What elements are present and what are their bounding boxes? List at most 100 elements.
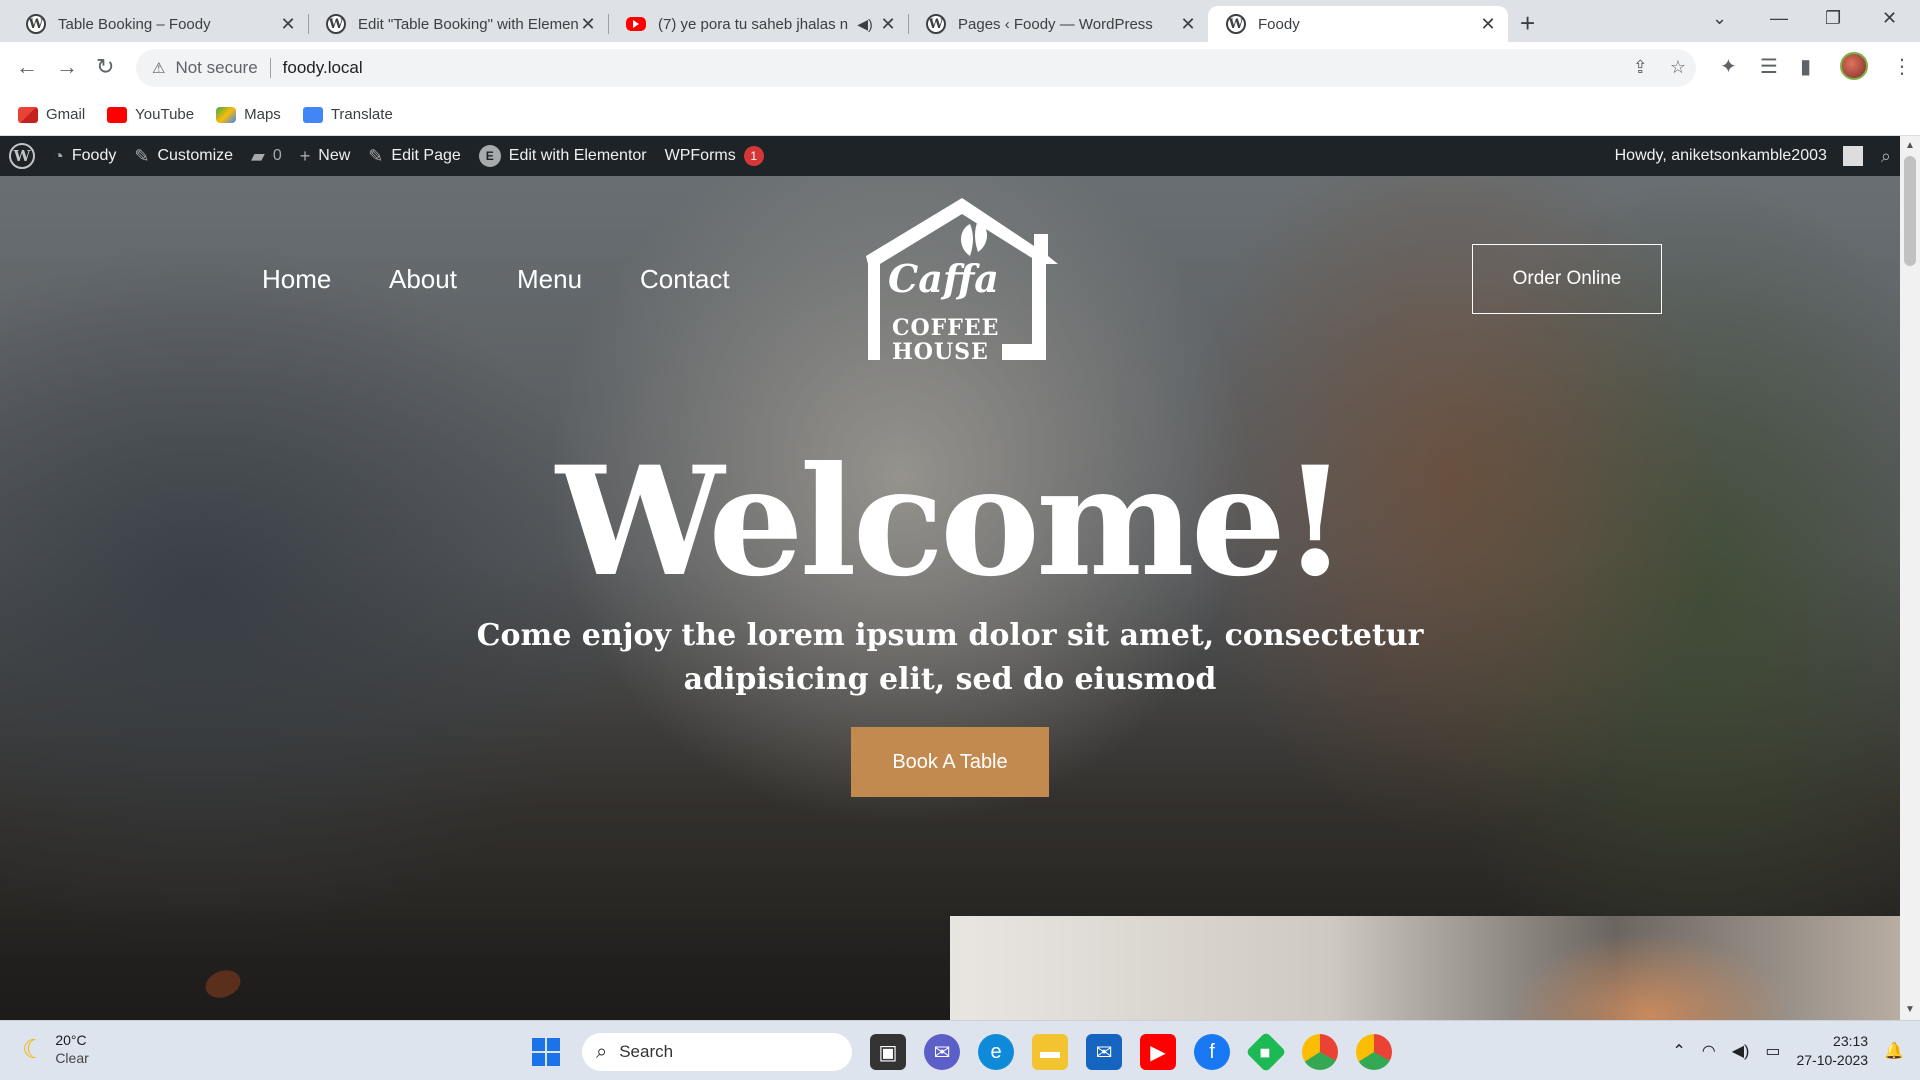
wp-logo-menu[interactable]: W: [0, 136, 44, 176]
forward-button[interactable]: →: [56, 54, 78, 80]
tab-title: Edit "Table Booking" with Elemen: [358, 15, 578, 33]
start-button[interactable]: [528, 1034, 564, 1070]
wordpress-icon: W: [9, 143, 35, 169]
chrome-profile-icon[interactable]: [1356, 1034, 1392, 1070]
taskbar-search[interactable]: ⌕ Search: [582, 1033, 852, 1071]
new-content-menu[interactable]: + New: [291, 136, 360, 176]
reload-button[interactable]: ↻: [96, 54, 114, 80]
close-icon[interactable]: ✕: [1478, 14, 1498, 35]
reading-list-icon[interactable]: ☰: [1760, 54, 1778, 79]
edit-elementor-link[interactable]: E Edit with Elementor: [470, 136, 656, 176]
speaker-icon[interactable]: ◀): [852, 16, 878, 33]
chat-icon[interactable]: ✉: [924, 1034, 960, 1070]
tab-table-booking[interactable]: W Table Booking – Foody ✕: [8, 6, 308, 42]
mail-icon[interactable]: ✉: [1086, 1034, 1122, 1070]
warning-icon: ⚠: [152, 60, 166, 77]
hero-bottom-shade: [0, 910, 950, 1020]
bookmark-label: YouTube: [135, 106, 195, 123]
tab-search-icon[interactable]: ⌄: [1712, 8, 1727, 29]
weather-widget[interactable]: ☾ 20°C Clear: [22, 1031, 89, 1067]
logo-script: Caffa: [888, 256, 999, 301]
share-icon[interactable]: ⇪: [1633, 57, 1648, 78]
scroll-thumb[interactable]: [1904, 156, 1916, 266]
search-icon: ⌕: [596, 1040, 608, 1063]
youtube-icon: [626, 17, 646, 31]
back-button[interactable]: ←: [16, 54, 38, 80]
chrome-icon[interactable]: [1302, 1034, 1338, 1070]
bookmark-maps[interactable]: Maps: [216, 106, 281, 123]
restore-button[interactable]: ❐: [1825, 8, 1841, 29]
page-scrollbar[interactable]: ▲ ▼: [1900, 136, 1920, 1020]
order-online-button[interactable]: Order Online: [1472, 244, 1662, 314]
bookmark-youtube[interactable]: YouTube: [107, 106, 194, 123]
extensions-icon[interactable]: ✦: [1720, 54, 1737, 79]
logo-line-1: COFFEE: [892, 315, 1000, 341]
tab-youtube[interactable]: (7) ye pora tu saheb jhalas n ◀) ✕: [608, 6, 908, 42]
scroll-down-icon[interactable]: ▼: [1905, 1004, 1915, 1015]
edit-page-link[interactable]: ✎ Edit Page: [359, 136, 469, 176]
logo-wordmark: COFFEE HOUSE: [892, 316, 999, 364]
edge-icon[interactable]: e: [978, 1034, 1014, 1070]
notification-badge: 1: [743, 146, 764, 166]
elementor-icon: E: [478, 145, 501, 167]
close-icon[interactable]: ✕: [578, 14, 598, 35]
menu-icon[interactable]: ⋮: [1892, 54, 1912, 79]
howdy-label: Howdy, aniketsonkamble2003: [1614, 147, 1827, 164]
nav-menu[interactable]: Menu: [517, 264, 582, 295]
customize-link[interactable]: ✎ Customize: [125, 136, 242, 176]
close-icon[interactable]: ✕: [878, 14, 898, 35]
app-icon[interactable]: ◆: [1245, 1031, 1287, 1073]
admin-search[interactable]: ⌕: [1872, 136, 1900, 176]
bookmarks-bar: Gmail YouTube Maps Translate: [0, 94, 1920, 136]
wp-admin-bar: W ◔ Foody ✎ Customize ▰ 0 + New ✎ Edit P…: [0, 136, 1900, 176]
book-table-button[interactable]: Book A Table: [851, 727, 1049, 797]
close-icon[interactable]: ✕: [1178, 14, 1198, 35]
youtube-icon[interactable]: ▶: [1140, 1034, 1176, 1070]
tab-edit-elementor[interactable]: W Edit "Table Booking" with Elemen ✕: [308, 6, 608, 42]
comments-count: 0: [272, 147, 282, 164]
security-label: Not secure: [175, 58, 258, 77]
comments-link[interactable]: ▰ 0: [242, 136, 291, 176]
wpforms-menu[interactable]: WPForms 1: [656, 136, 773, 176]
coffee-pour-image: [950, 916, 1900, 1020]
windows-icon: [532, 1038, 560, 1066]
account-menu[interactable]: Howdy, aniketsonkamble2003: [1606, 136, 1872, 176]
youtube-icon: [107, 106, 128, 123]
nav-home[interactable]: Home: [262, 264, 331, 295]
side-panel-icon[interactable]: ▮: [1800, 54, 1811, 79]
nav-contact[interactable]: Contact: [640, 264, 730, 295]
brush-icon: ✎: [134, 145, 150, 166]
hero-section: Home About Menu Contact Caffa COFFEE HOU…: [0, 176, 1900, 1020]
plus-icon: +: [299, 145, 311, 166]
file-explorer-icon[interactable]: ▬: [1032, 1034, 1068, 1070]
tab-strip: W Table Booking – Foody ✕ W Edit "Table …: [0, 0, 1920, 42]
close-icon[interactable]: ✕: [278, 14, 298, 35]
chevron-up-icon[interactable]: ⌃: [1672, 1041, 1685, 1061]
wpforms-label: WPForms: [664, 147, 736, 164]
new-tab-button[interactable]: +: [1520, 8, 1535, 39]
bookmark-label: Gmail: [46, 106, 86, 123]
profile-avatar[interactable]: [1840, 52, 1868, 80]
bookmark-gmail[interactable]: Gmail: [18, 106, 85, 123]
scroll-up-icon[interactable]: ▲: [1905, 140, 1915, 151]
user-avatar: [1842, 146, 1863, 166]
task-view-icon[interactable]: ▣: [870, 1034, 906, 1070]
facebook-icon[interactable]: f: [1194, 1034, 1230, 1070]
volume-icon[interactable]: ◀): [1732, 1041, 1750, 1061]
site-name-menu[interactable]: ◔ Foody: [44, 136, 125, 176]
close-window-button[interactable]: ✕: [1882, 8, 1897, 29]
new-label: New: [318, 147, 351, 164]
clock[interactable]: 23:13 27-10-2023: [1796, 1032, 1868, 1070]
battery-icon[interactable]: ▭: [1765, 1041, 1780, 1061]
search-placeholder: Search: [619, 1042, 674, 1061]
address-bar[interactable]: ⚠ Not secure foody.local ⇪ ☆: [136, 49, 1696, 87]
tab-title: Pages ‹ Foody — WordPress: [958, 15, 1153, 33]
tab-pages[interactable]: W Pages ‹ Foody — WordPress ✕: [908, 6, 1208, 42]
star-icon[interactable]: ☆: [1670, 57, 1686, 78]
notification-bell-icon[interactable]: 🔔: [1884, 1041, 1904, 1061]
minimize-button[interactable]: —: [1770, 8, 1788, 29]
bookmark-translate[interactable]: Translate: [302, 106, 393, 123]
tab-foody[interactable]: W Foody ✕: [1208, 6, 1508, 42]
nav-about[interactable]: About: [389, 264, 457, 295]
wifi-icon[interactable]: ◠: [1702, 1041, 1716, 1061]
